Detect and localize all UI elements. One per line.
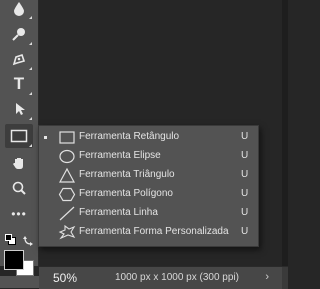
flyout-item-label: Ferramenta Forma Personalizada [79,226,229,237]
color-swatches [0,230,38,276]
flyout-item-label: Ferramenta Linha [79,207,158,218]
status-menu-arrow[interactable]: › [265,271,269,283]
flyout-item-shortcut: U [241,226,249,237]
flyout-item-triangle-tool[interactable]: Ferramenta Triângulo U [39,166,258,185]
shape-tools-flyout: Ferramenta Retângulo U Ferramenta Elipse… [38,125,259,247]
more-icon[interactable]: ••• [5,202,33,226]
default-colors-icon[interactable] [5,234,16,245]
scrollbar-corner [282,267,288,289]
flyout-item-ellipse-tool[interactable]: Ferramenta Elipse U [39,147,258,166]
pen-icon[interactable] [5,22,33,46]
flyout-item-shortcut: U [241,169,249,180]
flyout-item-custom-shape-tool[interactable]: Ferramenta Forma Personalizada U [39,223,258,242]
flyout-item-line-tool[interactable]: Ferramenta Linha U [39,204,258,223]
flyout-item-polygon-tool[interactable]: Ferramenta Polígono U [39,185,258,204]
rectangle-icon[interactable] [5,124,33,148]
flyout-item-label: Ferramenta Elipse [79,150,161,161]
drop-icon[interactable] [5,0,33,20]
pen-nib-icon[interactable] [5,47,33,71]
selection-arrow-icon[interactable] [5,97,33,121]
selected-indicator [44,136,47,139]
flyout-item-label: Ferramenta Triângulo [79,169,175,180]
flyout-item-shortcut: U [241,150,249,161]
line-icon [59,206,75,221]
status-bar: 50% 1000 px x 1000 px (300 ppi) › [39,266,288,289]
flyout-item-shortcut: U [241,188,249,199]
more-icon-glyph: ••• [11,207,27,221]
tools-panel: T ••• [0,0,39,266]
polygon-icon [58,187,76,202]
document-info: 1000 px x 1000 px (300 ppi) [115,272,239,283]
flyout-item-shortcut: U [241,131,249,142]
toolbar-footer [0,276,39,288]
flyout-item-label: Ferramenta Polígono [79,188,173,199]
type-icon-glyph: T [13,74,25,93]
swap-colors-icon[interactable] [23,233,35,246]
foreground-color-swatch[interactable] [4,250,24,270]
flyout-item-shortcut: U [241,207,249,218]
ellipse-icon [59,149,75,164]
hand-icon[interactable] [5,151,33,175]
flyout-item-label: Ferramenta Retângulo [79,131,180,142]
zoom-icon[interactable] [5,176,33,200]
type-icon[interactable]: T [5,72,33,96]
flyout-item-rectangle-tool[interactable]: Ferramenta Retângulo U [39,128,258,147]
zoom-level[interactable]: 50% [53,271,77,285]
custom-shape-icon [58,224,76,240]
vertical-scrollbar[interactable] [282,0,288,266]
triangle-icon [58,167,76,183]
rectangle-icon [59,131,75,144]
